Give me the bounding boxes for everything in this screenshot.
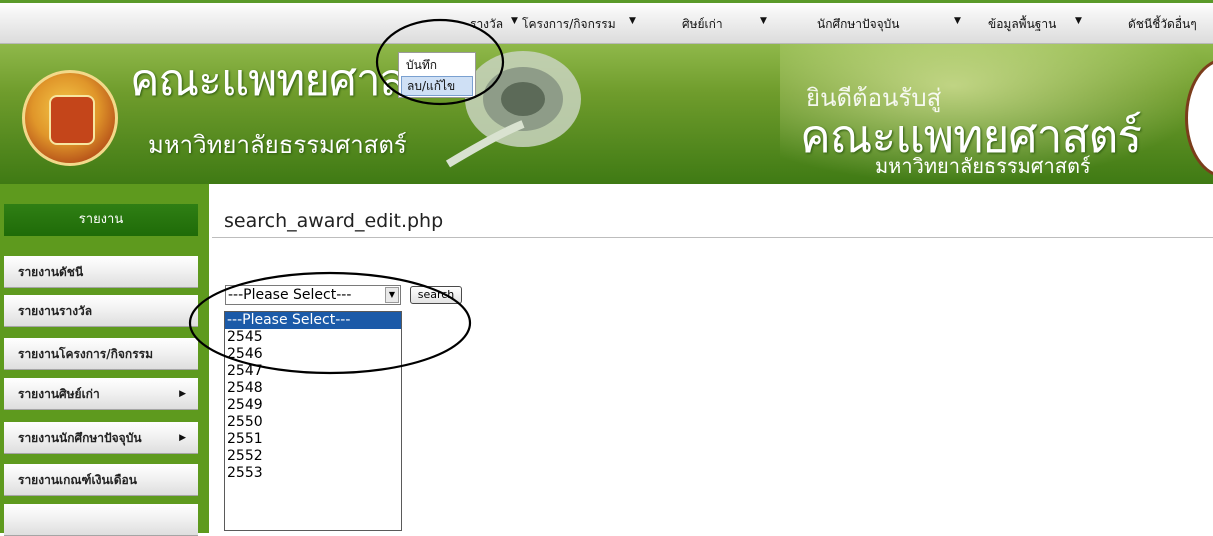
chevron-down-icon: ▼ [511, 16, 518, 26]
dropdown-option[interactable]: ---Please Select--- [225, 312, 401, 329]
dropdown-option[interactable]: 2547 [225, 363, 401, 380]
menu-projects[interactable]: โครงการ/กิจกรรม [522, 15, 616, 34]
dropdown-option[interactable]: 2551 [225, 431, 401, 448]
sidebar-item-current-student-report[interactable]: รายงานนักศึกษาปัจจุบัน ▶ [4, 422, 198, 454]
sidebar-item-label: รายงานศิษย์เก่า [18, 387, 100, 401]
menu-other-indicators[interactable]: ดัชนีชี้วัดอื่นๆ [1128, 15, 1197, 34]
chevron-down-icon: ▼ [954, 16, 961, 26]
menu-current-students[interactable]: นักศึกษาปัจจุบัน [817, 15, 900, 34]
chevron-down-icon: ▼ [760, 16, 767, 26]
chevron-down-icon: ▼ [1075, 16, 1082, 26]
page-title: search_award_edit.php [224, 210, 444, 232]
seal-emblem [49, 95, 95, 145]
menu-award[interactable]: รางวัล [470, 15, 503, 34]
sidebar-item-empty [4, 504, 198, 536]
year-select-value: ---Please Select--- [228, 287, 352, 303]
dropdown-option[interactable]: 2549 [225, 397, 401, 414]
sidebar-item-label: รายงานเกณฑ์เงินเดือน [18, 473, 137, 487]
dropdown-option[interactable]: 2553 [225, 465, 401, 482]
university-name-th: มหาวิทยาลัยธรรมศาสตร์ [148, 131, 407, 159]
sidebar-item-label: รายงานโครงการ/กิจกรรม [18, 347, 153, 361]
title-divider [212, 237, 1213, 238]
chevron-down-icon: ▼ [629, 16, 636, 26]
menu-alumni[interactable]: ศิษย์เก่า [682, 15, 723, 34]
sidebar-item-project-report[interactable]: รายงานโครงการ/กิจกรรม [4, 338, 198, 370]
sidebar-item-label: รายงานนักศึกษาปัจจุบัน [18, 431, 142, 445]
search-button[interactable]: search [410, 286, 462, 304]
banner-right-subtitle: มหาวิทยาลัยธรรมศาสตร์ [875, 154, 1091, 178]
sidebar-item-award-report[interactable]: รายงานรางวัล [4, 295, 198, 327]
top-menu-bar: รางวัล ▼ โครงการ/กิจกรรม ▼ ศิษย์เก่า ▼ น… [0, 0, 1213, 44]
dropdown-option[interactable]: 2550 [225, 414, 401, 431]
sidebar-item-salary-report[interactable]: รายงานเกณฑ์เงินเดือน [4, 464, 198, 496]
submenu-item-delete-edit[interactable]: ลบ/แก้ไข [401, 76, 473, 96]
dropdown-option[interactable]: 2546 [225, 346, 401, 363]
dropdown-option[interactable]: 2545 [225, 329, 401, 346]
chevron-down-icon[interactable]: ▼ [385, 287, 399, 303]
sidebar-item-alumni-report[interactable]: รายงานศิษย์เก่า ▶ [4, 378, 198, 410]
dropdown-option[interactable]: 2548 [225, 380, 401, 397]
dropdown-option[interactable]: 2552 [225, 448, 401, 465]
sidebar-header: รายงาน [4, 204, 198, 236]
award-submenu: บันทึก ลบ/แก้ไข [398, 52, 476, 98]
menu-basic-info[interactable]: ข้อมูลพื้นฐาน [988, 15, 1056, 34]
sidebar: รายงาน รายงานดัชนี รายงานรางวัล รายงานโค… [0, 184, 209, 536]
submenu-item-save[interactable]: บันทึก [401, 55, 473, 75]
chevron-right-icon: ▶ [179, 433, 186, 443]
faculty-seal-logo [22, 70, 118, 166]
sidebar-item-index-report[interactable]: รายงานดัชนี [4, 256, 198, 288]
sidebar-item-label: รายงานดัชนี [18, 265, 84, 279]
year-dropdown-list: ---Please Select--- 2545 2546 2547 2548 … [224, 311, 402, 531]
chevron-right-icon: ▶ [179, 389, 186, 399]
year-select[interactable]: ---Please Select--- ▼ [225, 285, 401, 305]
sidebar-item-label: รายงานรางวัล [18, 304, 93, 318]
